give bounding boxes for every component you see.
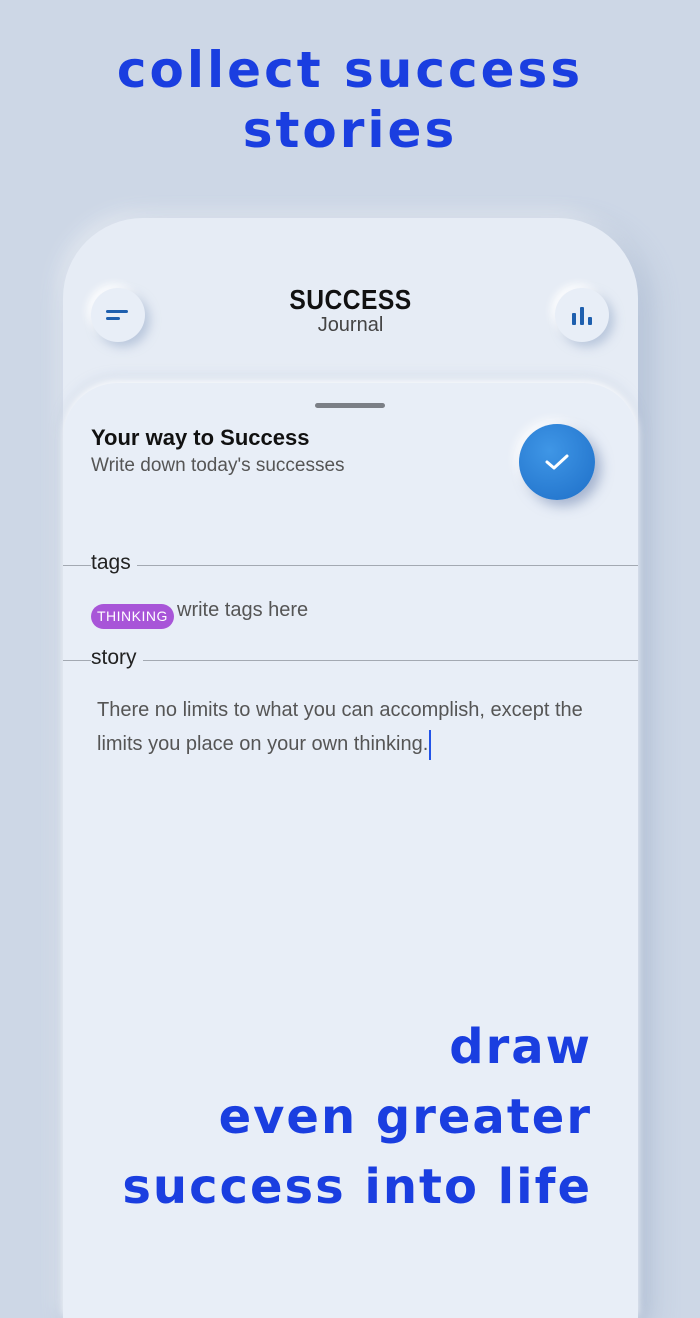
confirm-button[interactable]	[519, 424, 595, 500]
entry-title: Your way to Success	[91, 425, 310, 450]
story-divider	[63, 660, 638, 661]
story-text: There no limits to what you can accompli…	[97, 699, 583, 755]
sheet-drag-handle[interactable]	[315, 403, 385, 408]
promo-top-line-2: stories	[242, 101, 458, 159]
bar-chart-icon	[572, 307, 592, 325]
promo-top-line-1: collect success	[116, 41, 584, 99]
promo-bottom-line-1: draw	[449, 1019, 592, 1075]
stats-button[interactable]	[555, 288, 609, 342]
tags-label: tags	[91, 551, 137, 575]
promo-headline-top: collect success stories	[0, 40, 700, 160]
promo-bottom-line-3: success into life	[122, 1159, 592, 1215]
checkmark-icon	[545, 454, 569, 470]
tags-input[interactable]	[177, 599, 577, 622]
story-textarea[interactable]: There no limits to what you can accompli…	[97, 693, 597, 761]
app-subtitle: Journal	[317, 314, 384, 336]
text-caret	[429, 729, 432, 760]
tags-divider	[63, 565, 638, 566]
tag-chip-thinking[interactable]: THINKING	[91, 604, 174, 629]
promo-bottom-line-2: even greater	[218, 1089, 592, 1145]
app-title: SUCCESS	[289, 284, 412, 315]
promo-headline-bottom: draw even greater success into life	[122, 1012, 592, 1222]
story-label: story	[91, 646, 143, 670]
entry-subtitle: Write down today's successes	[91, 455, 345, 476]
